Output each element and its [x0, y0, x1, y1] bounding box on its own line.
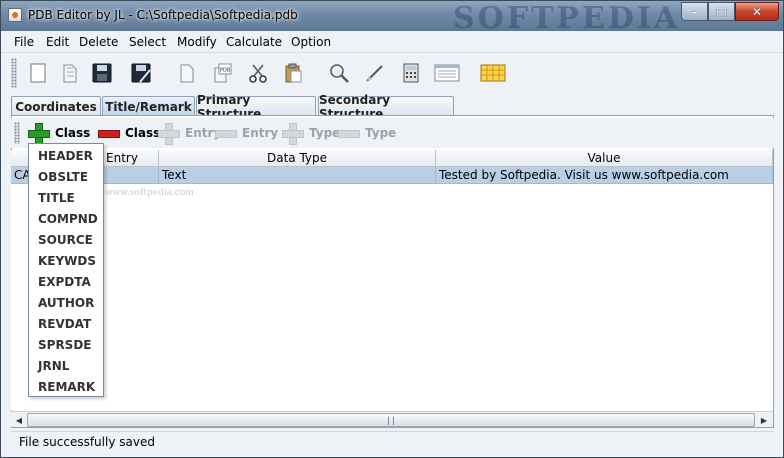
tab-coordinates[interactable]: Coordinates: [11, 96, 101, 116]
horizontal-scrollbar[interactable]: ◀ ▶: [11, 411, 773, 427]
column-header-data-type[interactable]: Data Type: [159, 150, 436, 167]
plus-icon: [281, 122, 304, 145]
scroll-left-icon[interactable]: ◀: [12, 413, 26, 427]
remove-class-label: Class: [125, 126, 161, 140]
tab-secondary-structure[interactable]: Secondary Structure: [318, 93, 454, 121]
remark-table: Entry Data Type Value CA Text Tested by …: [11, 150, 773, 410]
window-title: PDB Editor by JL - C:\Softpedia\Softpedi…: [28, 8, 298, 22]
add-type-label: Type: [309, 126, 341, 140]
add-class-button[interactable]: Class: [27, 122, 91, 145]
add-type-button[interactable]: Type: [281, 122, 341, 145]
status-bar: File successfully saved: [11, 431, 774, 451]
menu-calculate[interactable]: Calculate: [226, 35, 282, 49]
minimize-button[interactable]: –: [681, 2, 708, 21]
new-document-icon[interactable]: [25, 60, 51, 86]
menu-file[interactable]: File: [14, 35, 34, 49]
remove-type-button[interactable]: Type: [337, 122, 396, 144]
tab-title-remark[interactable]: Title/Remark: [102, 96, 195, 116]
dropdown-item-title[interactable]: TITLE: [38, 191, 75, 205]
minus-icon: [337, 122, 360, 144]
cell-entry[interactable]: [104, 167, 159, 184]
class-toolbar: Class Class Entry Entry Type Type: [11, 118, 774, 148]
remove-entry-button[interactable]: Entry: [214, 122, 278, 144]
paste-icon[interactable]: [280, 60, 306, 86]
menu-select[interactable]: Select: [129, 35, 166, 49]
column-header-entry[interactable]: Entry: [104, 150, 159, 167]
table-watermark: www.softpedia.com: [105, 188, 194, 198]
app-icon[interactable]: [8, 8, 22, 22]
scrollbar-thumb[interactable]: [27, 413, 755, 427]
main-toolbar: PDB: [1, 54, 783, 92]
menu-modify[interactable]: Modify: [177, 35, 217, 49]
dropdown-item-source[interactable]: SOURCE: [38, 233, 93, 247]
dropdown-item-author[interactable]: AUTHOR: [38, 296, 94, 310]
remove-entry-label: Entry: [242, 126, 279, 140]
grid-icon[interactable]: [480, 60, 506, 86]
blank-page-icon[interactable]: [173, 60, 199, 86]
maximize-button[interactable]: □: [708, 2, 735, 21]
plus-icon: [157, 122, 180, 145]
add-entry-button[interactable]: Entry: [157, 122, 221, 145]
dropdown-item-sprsde[interactable]: SPRSDE: [38, 338, 91, 352]
toolbar-grip[interactable]: [11, 58, 17, 88]
app-window: PDB Editor by JL - C:\Softpedia\Softpedi…: [0, 0, 784, 458]
pdb-file-icon[interactable]: PDB: [209, 60, 235, 86]
menu-edit[interactable]: Edit: [46, 35, 69, 49]
open-icon[interactable]: [57, 60, 83, 86]
menu-bar: File Edit Delete Select Modify Calculate…: [1, 31, 783, 53]
table-view-icon[interactable]: [434, 60, 460, 86]
cut-icon[interactable]: [245, 60, 271, 86]
title-bar[interactable]: PDB Editor by JL - C:\Softpedia\Softpedi…: [1, 1, 783, 36]
svg-text:PDB: PDB: [220, 68, 231, 74]
calculator-icon[interactable]: [398, 60, 424, 86]
dropdown-item-compnd[interactable]: COMPND: [38, 212, 98, 226]
scroll-right-icon[interactable]: ▶: [757, 413, 771, 427]
menu-option[interactable]: Option: [291, 35, 331, 49]
remove-class-button[interactable]: Class: [97, 122, 160, 144]
dropdown-item-revdat[interactable]: REVDAT: [38, 317, 91, 331]
cell-value[interactable]: Tested by Softpedia. Visit us www.softpe…: [436, 167, 773, 184]
dropdown-item-header[interactable]: HEADER: [38, 149, 93, 163]
add-class-label: Class: [55, 126, 91, 140]
remove-type-label: Type: [365, 126, 397, 140]
minus-icon: [97, 122, 120, 144]
dropdown-item-keywds[interactable]: KEYWDS: [38, 254, 96, 268]
subtoolbar-grip[interactable]: [14, 122, 20, 144]
minus-icon: [214, 122, 237, 144]
class-dropdown: HEADER OBSLTE TITLE COMPND SOURCE KEYWDS…: [28, 143, 104, 397]
column-header-value[interactable]: Value: [436, 150, 773, 167]
save-icon[interactable]: [89, 60, 115, 86]
dropdown-item-jrnl[interactable]: JRNL: [38, 359, 69, 373]
menu-delete[interactable]: Delete: [79, 35, 118, 49]
table-row[interactable]: CA Text Tested by Softpedia. Visit us ww…: [11, 167, 773, 184]
dropdown-item-remark[interactable]: REMARK: [38, 380, 95, 394]
scroll-grip-icon: [388, 417, 394, 425]
pen-icon[interactable]: [362, 60, 388, 86]
tab-primary-structure[interactable]: Primary Structure: [196, 93, 316, 121]
search-icon[interactable]: [326, 60, 352, 86]
plus-icon: [27, 122, 50, 145]
close-button[interactable]: ✕: [735, 2, 779, 21]
dropdown-item-expdta[interactable]: EXPDTA: [38, 275, 91, 289]
save-as-icon[interactable]: [128, 60, 154, 86]
cell-data-type[interactable]: Text: [159, 167, 436, 184]
dropdown-item-obslte[interactable]: OBSLTE: [38, 170, 88, 184]
